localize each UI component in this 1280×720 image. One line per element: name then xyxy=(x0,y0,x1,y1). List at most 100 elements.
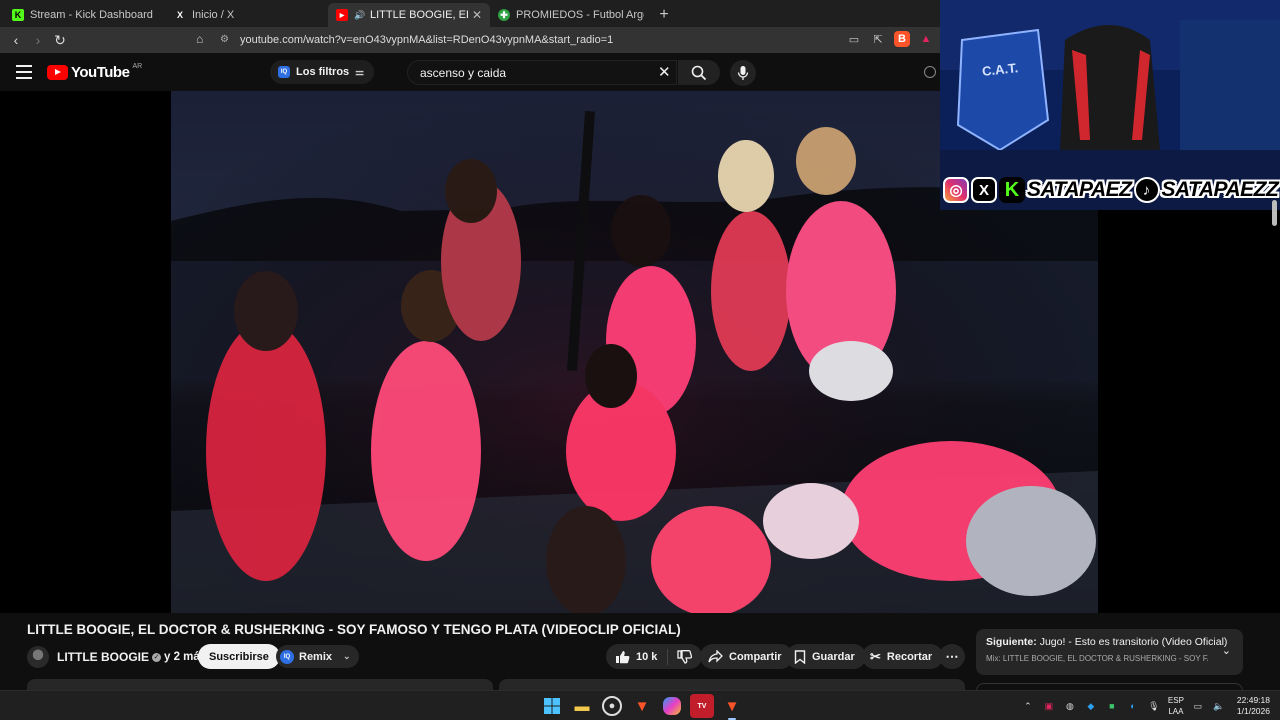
network-icon[interactable]: ▭ xyxy=(1191,699,1205,713)
site-info-icon[interactable]: ⚙ xyxy=(220,34,232,46)
channel-info: LITTLE BOOGIE ✓ y 2 más xyxy=(27,645,206,669)
new-tab-button[interactable]: + xyxy=(652,3,676,27)
kick-icon: K xyxy=(12,9,24,21)
forward-button[interactable]: › xyxy=(28,30,48,50)
browser-toolbar: ‹ › ↻ ⌂ ⚙ youtube.com/watch?v=enO43vypnM… xyxy=(0,27,940,53)
remix-button[interactable]: IQ Remix ⌄ xyxy=(276,645,359,668)
youtube-play-icon xyxy=(47,65,68,80)
thumbs-up-icon xyxy=(616,650,630,663)
system-tray: ⌃ ▣ ◍ ◆ ■ ◐ 🎙 ESP LAA ▭ 🔈 22:49:18 1/1/2… xyxy=(1021,691,1270,720)
cast-icon[interactable]: ▭ xyxy=(846,31,862,47)
up-next-line: Siguiente: Jugo! - Esto es transitorio (… xyxy=(986,636,1233,648)
windows-start-icon[interactable] xyxy=(540,694,564,718)
youtube-icon: ▶ xyxy=(336,9,348,21)
brave-shields-icon[interactable]: B xyxy=(894,31,910,47)
chevron-down-icon[interactable]: ⌄ xyxy=(1222,644,1231,657)
language-code: ESP xyxy=(1167,696,1184,705)
microphone-icon xyxy=(737,66,749,80)
youtube-masthead: YouTube AR IQ Los filtros ⚌ ✕ xyxy=(0,53,940,91)
voice-search-button[interactable] xyxy=(730,60,756,86)
menu-icon[interactable] xyxy=(16,65,32,79)
up-next-mix: Mix: LITTLE BOOGIE, EL DOCTOR & RUSHERKI… xyxy=(986,654,1208,663)
more-actions-button[interactable]: ⋯ xyxy=(939,644,965,669)
player-letterbox-left xyxy=(0,91,171,613)
tray-app-icon[interactable]: ◍ xyxy=(1063,699,1077,713)
tray-app-icon[interactable]: ◆ xyxy=(1084,699,1098,713)
share-icon[interactable]: ⇱ xyxy=(870,31,886,47)
thumbs-down-icon xyxy=(677,649,693,664)
channel-avatar[interactable] xyxy=(27,646,49,668)
tab-title: Stream - Kick Dashboard xyxy=(30,9,153,21)
tab-title: Inicio / X xyxy=(192,9,235,21)
back-button[interactable]: ‹ xyxy=(6,30,26,50)
subscribe-button[interactable]: Suscribirse xyxy=(198,644,280,669)
tab-kick-dashboard[interactable]: K Stream - Kick Dashboard xyxy=(4,3,166,27)
reload-button[interactable]: ↻ xyxy=(50,30,70,50)
search-button[interactable] xyxy=(678,60,720,85)
address-bar[interactable]: ⚙ youtube.com/watch?v=enO43vypnMA&list=R… xyxy=(220,31,860,49)
url-text: youtube.com/watch?v=enO43vypnMA&list=RDe… xyxy=(240,34,614,46)
clip-label: Recortar xyxy=(886,650,933,663)
kick-icon: K xyxy=(999,177,1025,203)
video-title: LITTLE BOOGIE, EL DOCTOR & RUSHERKING - … xyxy=(27,622,681,637)
promiedos-icon: ✚ xyxy=(498,9,510,21)
chevron-down-icon: ⌄ xyxy=(343,651,351,661)
like-count: 10 k xyxy=(636,650,658,663)
speaker-icon[interactable]: 🔊 xyxy=(354,9,366,21)
search-input[interactable] xyxy=(420,65,650,80)
filters-label: Los filtros xyxy=(296,66,350,78)
bookmark-icon[interactable]: ⌂ xyxy=(196,32,203,46)
save-label: Guardar xyxy=(812,650,855,663)
streamer-app-icon[interactable]: TV xyxy=(690,694,714,718)
x-icon: X xyxy=(971,177,997,203)
remix-label: Remix xyxy=(299,650,333,663)
logo-text: YouTube xyxy=(71,64,130,81)
tray-app-icon[interactable]: ■ xyxy=(1105,699,1119,713)
search-field[interactable] xyxy=(407,60,677,85)
history-icon[interactable] xyxy=(924,66,936,78)
up-next-card[interactable]: Siguiente: Jugo! - Esto es transitorio (… xyxy=(976,629,1243,675)
brave-browser-icon[interactable]: ▼ xyxy=(630,694,654,718)
volume-icon[interactable]: 🔈 xyxy=(1212,699,1226,713)
kick-handle: SATAPAEZ xyxy=(1027,178,1132,201)
tray-app-icon[interactable]: ▣ xyxy=(1042,699,1056,713)
bookmark-icon xyxy=(794,649,806,664)
tray-app-icon[interactable]: ◐ xyxy=(1126,699,1140,713)
share-button[interactable]: Compartir xyxy=(700,644,793,669)
copilot-icon[interactable] xyxy=(663,697,681,715)
clear-search-icon[interactable]: ✕ xyxy=(658,63,671,81)
brave-browser-active-icon[interactable]: ▼ xyxy=(720,694,744,720)
like-button[interactable]: 10 k xyxy=(606,648,669,665)
channel-name[interactable]: LITTLE BOOGIE xyxy=(57,650,149,664)
social-handles-overlay: ◎ X K SATAPAEZ ♪ SATAPAEZZ xyxy=(943,176,1279,204)
country-code: AR xyxy=(132,63,143,70)
close-tab-icon[interactable]: ✕ xyxy=(472,8,482,22)
share-label: Compartir xyxy=(729,650,782,663)
clock[interactable]: 22:49:18 1/1/2026 xyxy=(1237,695,1270,717)
iq-icon: IQ xyxy=(280,649,294,664)
file-explorer-icon[interactable]: ▬ xyxy=(570,694,594,718)
tab-title: LITTLE BOOGIE, EL DOCTOR & xyxy=(370,9,468,21)
tab-promiedos[interactable]: ✚ PROMIEDOS - Futbol Argentino - Fútl xyxy=(490,3,652,27)
keyboard-layout: LAA xyxy=(1168,707,1184,716)
tab-x-home[interactable]: X Inicio / X xyxy=(166,3,328,27)
iq-icon: IQ xyxy=(278,66,290,78)
brave-rewards-icon[interactable]: ▲ xyxy=(918,31,934,47)
microphone-icon[interactable]: 🎙 xyxy=(1147,699,1161,713)
clip-button[interactable]: ✂ Recortar xyxy=(862,644,944,669)
filters-button[interactable]: IQ Los filtros ⚌ xyxy=(270,60,375,84)
up-next-title: Jugo! - Esto es transitorio (Video Ofici… xyxy=(1039,636,1228,648)
x-icon: X xyxy=(176,10,183,20)
chevron-up-icon[interactable]: ⌃ xyxy=(1021,699,1035,713)
page-scrollbar[interactable] xyxy=(1272,200,1277,226)
save-button[interactable]: Guardar xyxy=(786,644,866,669)
tab-youtube-video[interactable]: ▶ 🔊 LITTLE BOOGIE, EL DOCTOR & ✕ xyxy=(328,3,490,27)
obs-icon[interactable]: ● xyxy=(602,696,622,716)
dislike-button[interactable] xyxy=(668,649,702,664)
tiktok-icon: ♪ xyxy=(1133,177,1160,203)
youtube-logo[interactable]: YouTube AR xyxy=(47,63,143,81)
toolbar-actions: ▭ ⇱ B ▲ xyxy=(846,31,934,47)
windows-taskbar: ▬ ● ▼ TV ▼ ⌃ ▣ ◍ ◆ ■ ◐ 🎙 ESP LAA ▭ 🔈 22:… xyxy=(0,690,1280,720)
input-language[interactable]: ESP LAA xyxy=(1168,695,1184,717)
share-arrow-icon xyxy=(708,650,723,663)
